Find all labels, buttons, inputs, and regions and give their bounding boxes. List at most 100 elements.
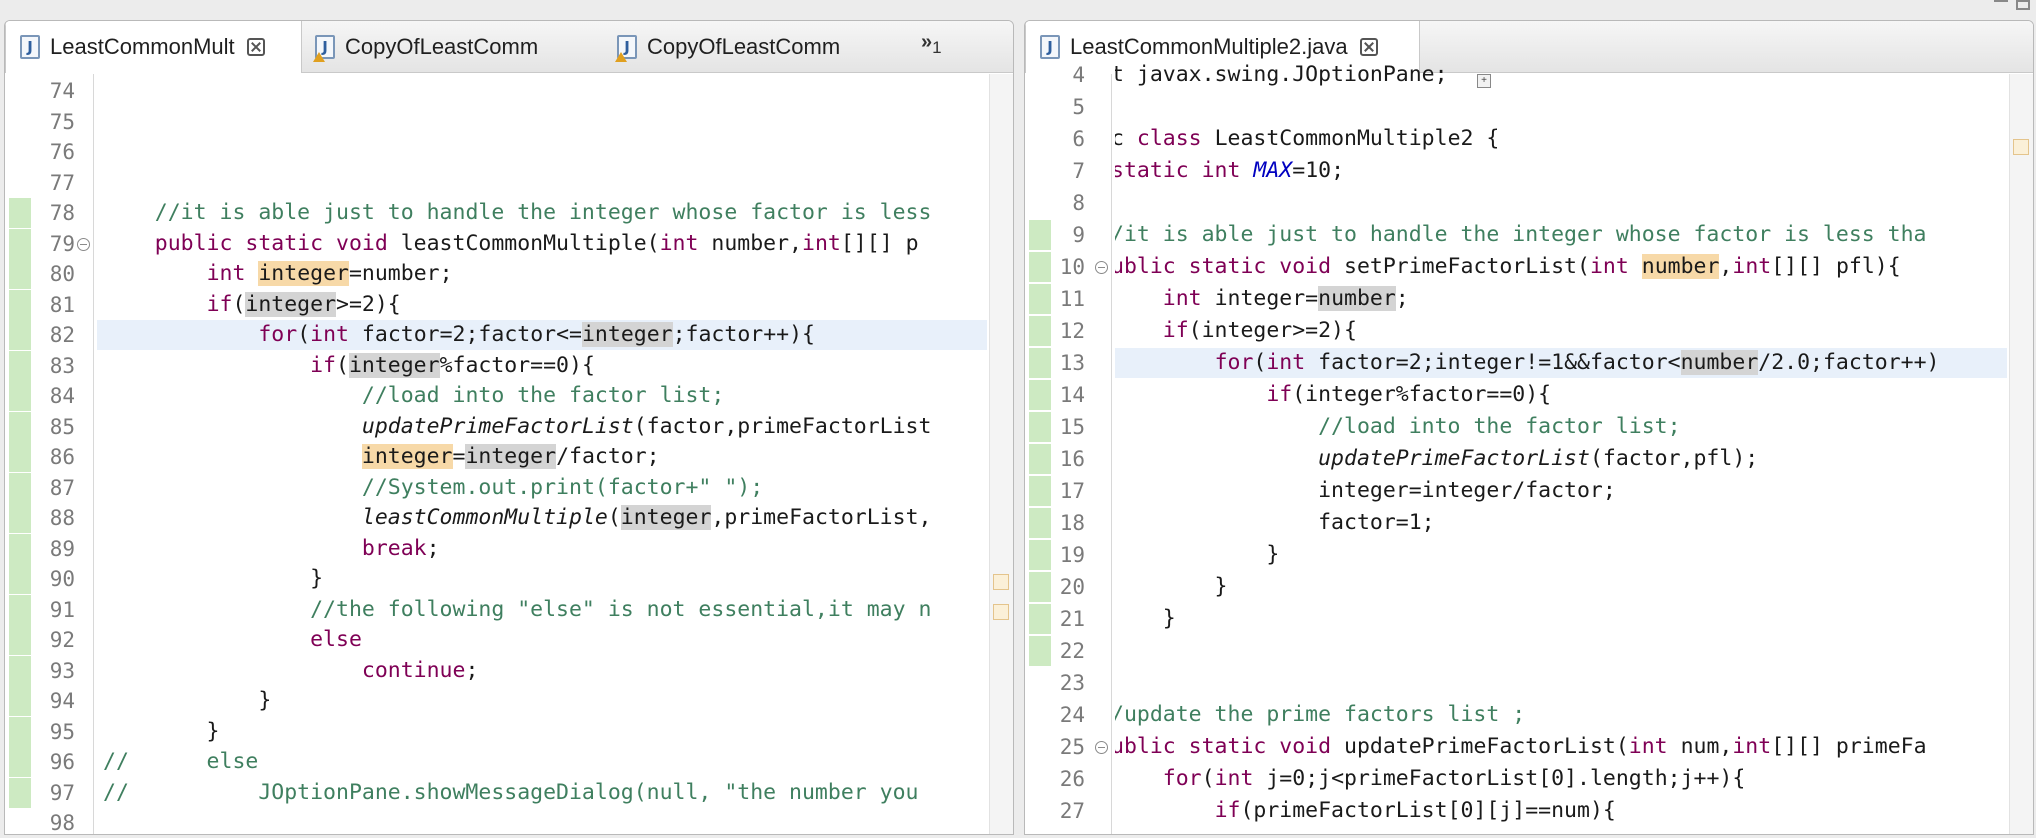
code-line[interactable]: 80 int integer=number; [5,259,987,289]
code-line[interactable]: 18 factor=1; [1025,508,2007,538]
code-line[interactable]: 10 ublic static void setPrimeFactorList(i… [1025,252,2007,282]
code-line[interactable]: 90 } [5,564,987,594]
expand-imports-icon[interactable]: + [1477,74,1491,88]
code-text-area[interactable] [1115,636,2007,666]
minimize-icon[interactable] [1994,0,2008,6]
code-text-area[interactable] [97,137,987,167]
code-line[interactable]: 11 int integer=number; [1025,284,2007,314]
code-text-area[interactable]: //load into the factor list; [97,381,987,411]
code-line[interactable]: 13 for(int factor=2;integer!=1&&factor<n… [1025,348,2007,378]
code-line[interactable]: 83 if(integer%factor==0){ [5,350,987,381]
code-text-area[interactable]: int integer=number; [1115,284,2007,314]
code-line[interactable]: 79 public static void leastCommonMultipl… [5,228,987,259]
code-text-area[interactable]: for(int factor=2;integer!=1&&factor<numb… [1115,348,2007,378]
tab-copyofleastcomm-1[interactable]: J CopyOfLeastComm [307,21,607,73]
code-text-area[interactable]: ublic static void setPrimeFactorList(int… [1115,252,2007,282]
occurrence-marker-icon[interactable] [2013,139,2029,155]
maximize-icon[interactable] [2016,0,2030,10]
code-text-area[interactable]: if(primeFactorList[0][j]==num){ [1115,796,2007,826]
code-text-area[interactable]: integer=integer/factor; [97,442,987,472]
right-overview-ruler[interactable] [2009,74,2033,834]
right-code-editor[interactable]: 4 t javax.swing.JOptionPane; 5 6 c class Lea… [1025,62,2033,834]
code-text-area[interactable]: } [97,686,987,716]
code-line[interactable]: 76 [5,137,987,167]
code-text-area[interactable]: //it is able just to handle the integer … [97,198,987,228]
code-text-area[interactable]: //the following "else" is not essential,… [97,595,987,625]
code-text-area[interactable] [1115,188,2007,218]
code-text-area[interactable]: /update the prime factors list ; [1115,700,2007,730]
code-text-area[interactable]: for(int j=0;j<primeFactorList[0].length;… [1115,764,2007,794]
code-line[interactable]: 95 } [5,716,987,747]
code-line[interactable]: 20 } [1025,572,2007,602]
code-text-area[interactable]: else [97,625,987,655]
code-text-area[interactable]: //load into the factor list; [1115,412,2007,442]
code-line[interactable]: 27 if(primeFactorList[0][j]==num){ [1025,796,2007,826]
code-line[interactable]: 98 [5,808,987,834]
code-line[interactable]: 93 continue; [5,655,987,686]
code-text-area[interactable]: if(integer>=2){ [1115,316,2007,346]
code-text-area[interactable]: } [97,717,987,747]
code-text-area[interactable]: } [97,564,987,594]
code-text-area[interactable]: if(integer%factor==0){ [1115,380,2007,410]
close-icon[interactable] [1359,38,1378,56]
code-line[interactable]: 89 break; [5,533,987,564]
code-text-area[interactable]: } [1115,572,2007,602]
left-code-editor[interactable]: 74 75 76 77 78 //it is able just to handle t… [5,74,1013,834]
code-text-area[interactable] [97,808,987,834]
code-text-area[interactable]: continue; [97,656,987,686]
code-line[interactable]: 23 [1025,668,2007,698]
code-line[interactable]: 9/it is able just to handle the integer … [1025,220,2007,250]
code-line[interactable]: 75 [5,107,987,137]
code-line[interactable]: 26 for(int j=0;j<primeFactorList[0].leng… [1025,764,2007,794]
code-line[interactable]: 15 //load into the factor list; [1025,412,2007,442]
code-text-area[interactable] [1115,92,2007,122]
code-text-area[interactable]: } [1115,540,2007,570]
code-text-area[interactable]: updatePrimeFactorList(factor,primeFactor… [97,412,987,442]
code-text-area[interactable]: leastCommonMultiple(integer,primeFactorL… [97,503,987,533]
occurrence-marker-icon[interactable] [993,574,1009,590]
code-line[interactable]: 84 //load into the factor list; [5,381,987,411]
code-line[interactable]: 7 static int MAX=10; [1025,156,2007,186]
code-line[interactable]: 82 for(int factor=2;factor<=integer;fact… [5,320,987,350]
code-text-area[interactable]: //System.out.print(factor+" "); [97,473,987,503]
code-line[interactable]: 74 [5,76,987,106]
code-line[interactable]: 17 integer=integer/factor; [1025,476,2007,506]
code-text-area[interactable]: // else [97,747,987,777]
code-text-area[interactable]: // JOptionPane.showMessageDialog(null, "… [97,778,987,808]
tab-leastcommonmult[interactable]: J LeastCommonMult [5,21,302,73]
code-line[interactable]: 8 [1025,188,2007,218]
code-line[interactable]: 77 [5,168,987,198]
code-line[interactable]: 12 if(integer>=2){ [1025,316,2007,346]
tab-copyofleastcomm-2[interactable]: J CopyOfLeastComm [609,21,909,73]
code-text-area[interactable]: int integer=number; [97,259,987,289]
code-line[interactable]: 16 updatePrimeFactorList(factor,pfl); [1025,444,2007,474]
code-line[interactable]: 88 leastCommonMultiple(integer,primeFact… [5,503,987,533]
code-text-area[interactable]: ublic static void updatePrimeFactorList(… [1115,732,2007,762]
code-line[interactable]: 21 } [1025,604,2007,634]
close-icon[interactable] [246,38,265,56]
code-line[interactable]: 19 } [1025,540,2007,570]
code-line[interactable]: 14 if(integer%factor==0){ [1025,380,2007,410]
code-line[interactable]: 5 [1025,92,2007,122]
code-line[interactable]: 25 ublic static void updatePrimeFactorLis… [1025,732,2007,762]
code-line[interactable]: 24/update the prime factors list ; [1025,700,2007,730]
fold-toggle-icon[interactable] [1095,261,1108,274]
code-line[interactable]: 94 } [5,686,987,716]
fold-toggle-icon[interactable] [1095,741,1108,754]
tab-overflow-button[interactable]: »1 [921,31,942,58]
code-text-area[interactable] [97,76,987,106]
code-text-area[interactable]: t javax.swing.JOptionPane; [1115,60,2007,90]
code-line[interactable]: 86 integer=integer/factor; [5,442,987,472]
code-line[interactable]: 81 if(integer>=2){ [5,289,987,320]
code-line[interactable]: 6 c class LeastCommonMultiple2 { [1025,124,2007,154]
code-line[interactable]: 78 //it is able just to handle the integ… [5,198,987,228]
code-text-area[interactable]: break; [97,534,987,564]
code-text-area[interactable]: for(int factor=2;factor<=integer;factor+… [97,320,987,350]
code-text-area[interactable]: c class LeastCommonMultiple2 { [1115,124,2007,154]
code-line[interactable]: 92 else [5,625,987,655]
code-text-area[interactable]: integer=integer/factor; [1115,476,2007,506]
code-text-area[interactable]: if(integer%factor==0){ [97,351,987,381]
code-line[interactable]: 4 t javax.swing.JOptionPane; [1025,60,2007,90]
code-line[interactable]: 22 [1025,636,2007,666]
occurrence-marker-icon[interactable] [993,604,1009,620]
